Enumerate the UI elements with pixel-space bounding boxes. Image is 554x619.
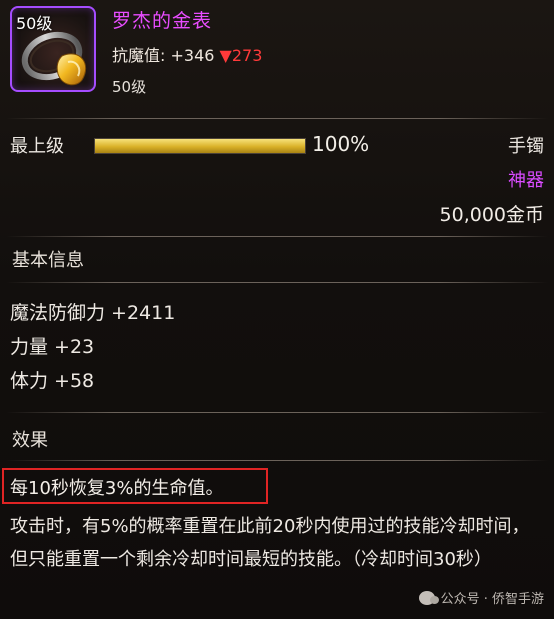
attribute-strength: 力量 +23 (10, 336, 95, 358)
item-price: 50,000金币 (439, 204, 544, 226)
item-header: 50级 罗杰的金表 抗魔值: +346 ▼273 50级 (0, 0, 554, 110)
item-tooltip-panel: 50级 罗杰的金表 抗魔值: +346 ▼273 50级 最上级 100% 手镯… (0, 0, 554, 619)
watermark-text: 公众号 · 侨智手游 (440, 592, 544, 607)
effects-divider (6, 460, 548, 461)
magic-resist-line: 抗魔值: +346 ▼273 (112, 42, 262, 66)
gold-watch-bracelet-icon (21, 31, 87, 86)
effect-cooldown-reset-text: 攻击时，有5%的概率重置在此前20秒内使用过的技能冷却时间，但只能重置一个剩余冷… (10, 516, 530, 570)
upgrade-percent: 100% (312, 132, 370, 156)
item-name: 罗杰的金表 (112, 10, 213, 32)
price-divider (6, 236, 548, 237)
basic-info-divider (6, 282, 548, 283)
basic-info-heading: 基本信息 (12, 250, 84, 271)
item-required-level: 50级 (112, 78, 147, 96)
wechat-icon (418, 590, 439, 605)
upgrade-label: 最上级 (10, 136, 64, 157)
upgrade-progress-bar (94, 138, 306, 154)
effects-top-divider (6, 412, 548, 413)
upgrade-progress-fill (95, 139, 305, 153)
item-slot-type: 手镯 (508, 136, 544, 157)
header-divider (6, 118, 548, 119)
attribute-magic-defense: 魔法防御力 +2411 (10, 302, 176, 324)
item-icon-frame[interactable]: 50级 (10, 6, 96, 92)
watermark: 公众号 · 侨智手游 (418, 588, 544, 607)
magic-resist-decrease: ▼273 (219, 46, 263, 65)
item-rarity: 神器 (508, 170, 544, 191)
magic-resist-increase: +346 (170, 46, 215, 65)
effect-regen-text: 每10秒恢复3%的生命值。 (10, 478, 224, 499)
attribute-stamina: 体力 +58 (10, 370, 95, 392)
magic-resist-label: 抗魔值: (112, 46, 171, 65)
effects-heading: 效果 (12, 430, 48, 451)
